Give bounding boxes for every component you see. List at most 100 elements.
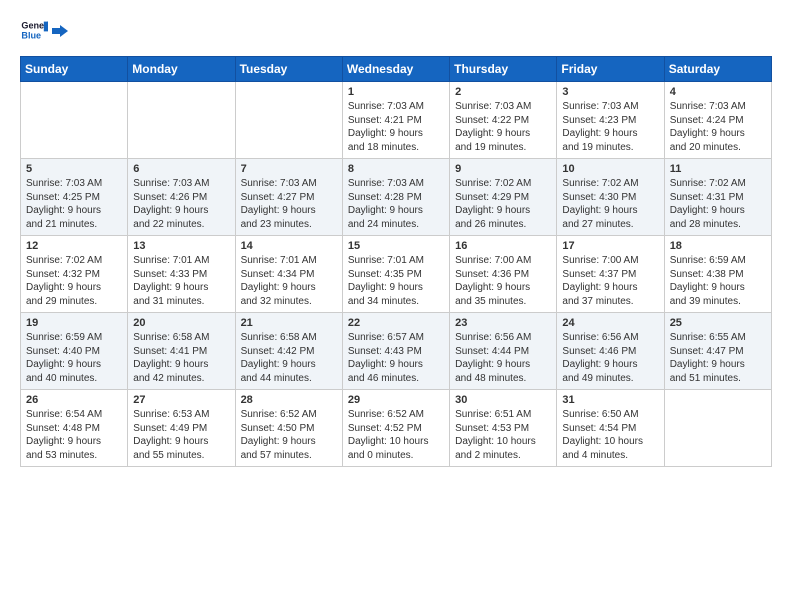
day-info: Sunrise: 6:58 AM Sunset: 4:41 PM Dayligh…	[133, 331, 229, 385]
day-number: 16	[455, 240, 551, 252]
calendar-day-header: Saturday	[664, 57, 771, 82]
day-number: 7	[241, 163, 337, 175]
calendar-day-cell: 12Sunrise: 7:02 AM Sunset: 4:32 PM Dayli…	[21, 236, 128, 313]
day-info: Sunrise: 6:59 AM Sunset: 4:40 PM Dayligh…	[26, 331, 122, 385]
calendar-day-cell: 11 Sunrise: 7:02 AM Sunset: 4:31 PM Dayli…	[664, 159, 771, 236]
day-info: Sunrise: 6:54 AM Sunset: 4:48 PM Dayligh…	[26, 408, 122, 462]
calendar-day-cell: 7 Sunrise: 7:03 AM Sunset: 4:27 PM Daylig…	[235, 159, 342, 236]
day-number: 27	[133, 394, 229, 406]
calendar-day-cell	[128, 82, 235, 159]
logo-arrow-icon	[52, 21, 72, 41]
calendar-week-row: 1 Sunrise: 7:03 AM Sunset: 4:21 PM Daylig…	[21, 82, 772, 159]
day-info: Sunrise: 7:02 AM Sunset: 4:31 PM Dayligh…	[670, 177, 766, 231]
calendar-week-row: 19 Sunrise: 6:59 AM Sunset: 4:40 PM Dayli…	[21, 313, 772, 390]
day-number: 18	[670, 240, 766, 252]
day-info: Sunrise: 7:03 AM Sunset: 4:23 PM Dayligh…	[562, 100, 658, 154]
day-number: 17	[562, 240, 658, 252]
calendar-day-cell: 1 Sunrise: 7:03 AM Sunset: 4:21 PM Daylig…	[342, 82, 449, 159]
svg-text:Blue: Blue	[21, 30, 41, 40]
calendar-day-cell: 23Sunrise: 6:56 AM Sunset: 4:44 PM Dayli…	[450, 313, 557, 390]
day-number: 15	[348, 240, 444, 252]
day-info: Sunrise: 6:50 AM Sunset: 4:54 PM Dayligh…	[562, 408, 658, 462]
day-info: Sunrise: 6:59 AM Sunset: 4:38 PM Dayligh…	[670, 254, 766, 308]
calendar-day-cell: 9Sunrise: 7:02 AM Sunset: 4:29 PM Daylig…	[450, 159, 557, 236]
day-info: Sunrise: 6:55 AM Sunset: 4:47 PM Dayligh…	[670, 331, 766, 385]
calendar-day-header: Friday	[557, 57, 664, 82]
calendar-day-cell: 27Sunrise: 6:53 AM Sunset: 4:49 PM Dayli…	[128, 390, 235, 467]
day-number: 28	[241, 394, 337, 406]
logo: General Blue	[20, 16, 72, 44]
calendar-header-row: SundayMondayTuesdayWednesdayThursdayFrid…	[21, 57, 772, 82]
calendar-day-cell	[21, 82, 128, 159]
day-info: Sunrise: 7:03 AM Sunset: 4:27 PM Dayligh…	[241, 177, 337, 231]
calendar-day-cell: 4Sunrise: 7:03 AM Sunset: 4:24 PM Daylig…	[664, 82, 771, 159]
day-number: 12	[26, 240, 122, 252]
calendar-day-cell: 6 Sunrise: 7:03 AM Sunset: 4:26 PM Daylig…	[128, 159, 235, 236]
calendar-day-cell: 25 Sunrise: 6:55 AM Sunset: 4:47 PM Dayli…	[664, 313, 771, 390]
day-info: Sunrise: 6:56 AM Sunset: 4:46 PM Dayligh…	[562, 331, 658, 385]
calendar-week-row: 5 Sunrise: 7:03 AM Sunset: 4:25 PM Daylig…	[21, 159, 772, 236]
day-info: Sunrise: 7:03 AM Sunset: 4:26 PM Dayligh…	[133, 177, 229, 231]
day-number: 3	[562, 86, 658, 98]
day-number: 25	[670, 317, 766, 329]
day-info: Sunrise: 7:01 AM Sunset: 4:33 PM Dayligh…	[133, 254, 229, 308]
day-info: Sunrise: 7:03 AM Sunset: 4:25 PM Dayligh…	[26, 177, 122, 231]
day-number: 20	[133, 317, 229, 329]
day-info: Sunrise: 6:52 AM Sunset: 4:50 PM Dayligh…	[241, 408, 337, 462]
calendar-day-cell: 26Sunrise: 6:54 AM Sunset: 4:48 PM Dayli…	[21, 390, 128, 467]
day-number: 8	[348, 163, 444, 175]
calendar-day-cell: 5 Sunrise: 7:03 AM Sunset: 4:25 PM Daylig…	[21, 159, 128, 236]
day-info: Sunrise: 6:56 AM Sunset: 4:44 PM Dayligh…	[455, 331, 551, 385]
calendar-day-cell: 17 Sunrise: 7:00 AM Sunset: 4:37 PM Dayli…	[557, 236, 664, 313]
day-number: 11	[670, 163, 766, 175]
day-info: Sunrise: 7:01 AM Sunset: 4:35 PM Dayligh…	[348, 254, 444, 308]
day-number: 5	[26, 163, 122, 175]
calendar-day-cell: 28 Sunrise: 6:52 AM Sunset: 4:50 PM Dayli…	[235, 390, 342, 467]
calendar-day-cell: 2Sunrise: 7:03 AM Sunset: 4:22 PM Daylig…	[450, 82, 557, 159]
calendar-day-cell: 20 Sunrise: 6:58 AM Sunset: 4:41 PM Dayli…	[128, 313, 235, 390]
calendar-day-cell: 13 Sunrise: 7:01 AM Sunset: 4:33 PM Dayli…	[128, 236, 235, 313]
day-number: 19	[26, 317, 122, 329]
calendar-day-header: Monday	[128, 57, 235, 82]
day-info: Sunrise: 7:02 AM Sunset: 4:30 PM Dayligh…	[562, 177, 658, 231]
day-info: Sunrise: 6:57 AM Sunset: 4:43 PM Dayligh…	[348, 331, 444, 385]
day-info: Sunrise: 7:03 AM Sunset: 4:24 PM Dayligh…	[670, 100, 766, 154]
day-info: Sunrise: 6:52 AM Sunset: 4:52 PM Dayligh…	[348, 408, 444, 462]
calendar-day-cell: 29 Sunrise: 6:52 AM Sunset: 4:52 PM Dayli…	[342, 390, 449, 467]
calendar-day-cell: 19 Sunrise: 6:59 AM Sunset: 4:40 PM Dayli…	[21, 313, 128, 390]
day-info: Sunrise: 7:00 AM Sunset: 4:37 PM Dayligh…	[562, 254, 658, 308]
calendar-day-cell	[235, 82, 342, 159]
day-number: 10	[562, 163, 658, 175]
day-info: Sunrise: 7:03 AM Sunset: 4:28 PM Dayligh…	[348, 177, 444, 231]
day-info: Sunrise: 7:03 AM Sunset: 4:21 PM Dayligh…	[348, 100, 444, 154]
day-number: 13	[133, 240, 229, 252]
calendar-day-header: Wednesday	[342, 57, 449, 82]
calendar-day-cell: 10 Sunrise: 7:02 AM Sunset: 4:30 PM Dayli…	[557, 159, 664, 236]
day-info: Sunrise: 6:58 AM Sunset: 4:42 PM Dayligh…	[241, 331, 337, 385]
day-number: 6	[133, 163, 229, 175]
logo-icon: General Blue	[20, 16, 48, 44]
calendar-day-cell: 14Sunrise: 7:01 AM Sunset: 4:34 PM Dayli…	[235, 236, 342, 313]
day-info: Sunrise: 6:51 AM Sunset: 4:53 PM Dayligh…	[455, 408, 551, 462]
day-info: Sunrise: 7:02 AM Sunset: 4:29 PM Dayligh…	[455, 177, 551, 231]
day-number: 1	[348, 86, 444, 98]
calendar-day-cell: 30 Sunrise: 6:51 AM Sunset: 4:53 PM Dayli…	[450, 390, 557, 467]
day-info: Sunrise: 7:03 AM Sunset: 4:22 PM Dayligh…	[455, 100, 551, 154]
calendar-day-cell: 3 Sunrise: 7:03 AM Sunset: 4:23 PM Daylig…	[557, 82, 664, 159]
calendar-day-cell	[664, 390, 771, 467]
day-info: Sunrise: 7:01 AM Sunset: 4:34 PM Dayligh…	[241, 254, 337, 308]
calendar-day-header: Thursday	[450, 57, 557, 82]
calendar-day-cell: 16Sunrise: 7:00 AM Sunset: 4:36 PM Dayli…	[450, 236, 557, 313]
calendar-week-row: 26Sunrise: 6:54 AM Sunset: 4:48 PM Dayli…	[21, 390, 772, 467]
calendar-day-cell: 22 Sunrise: 6:57 AM Sunset: 4:43 PM Dayli…	[342, 313, 449, 390]
calendar-day-cell: 8 Sunrise: 7:03 AM Sunset: 4:28 PM Daylig…	[342, 159, 449, 236]
calendar-day-cell: 21Sunrise: 6:58 AM Sunset: 4:42 PM Dayli…	[235, 313, 342, 390]
calendar-day-cell: 18 Sunrise: 6:59 AM Sunset: 4:38 PM Dayli…	[664, 236, 771, 313]
day-number: 22	[348, 317, 444, 329]
calendar-week-row: 12Sunrise: 7:02 AM Sunset: 4:32 PM Dayli…	[21, 236, 772, 313]
day-number: 30	[455, 394, 551, 406]
day-number: 29	[348, 394, 444, 406]
calendar-day-header: Tuesday	[235, 57, 342, 82]
calendar-day-cell: 24Sunrise: 6:56 AM Sunset: 4:46 PM Dayli…	[557, 313, 664, 390]
calendar-table: SundayMondayTuesdayWednesdayThursdayFrid…	[20, 56, 772, 467]
